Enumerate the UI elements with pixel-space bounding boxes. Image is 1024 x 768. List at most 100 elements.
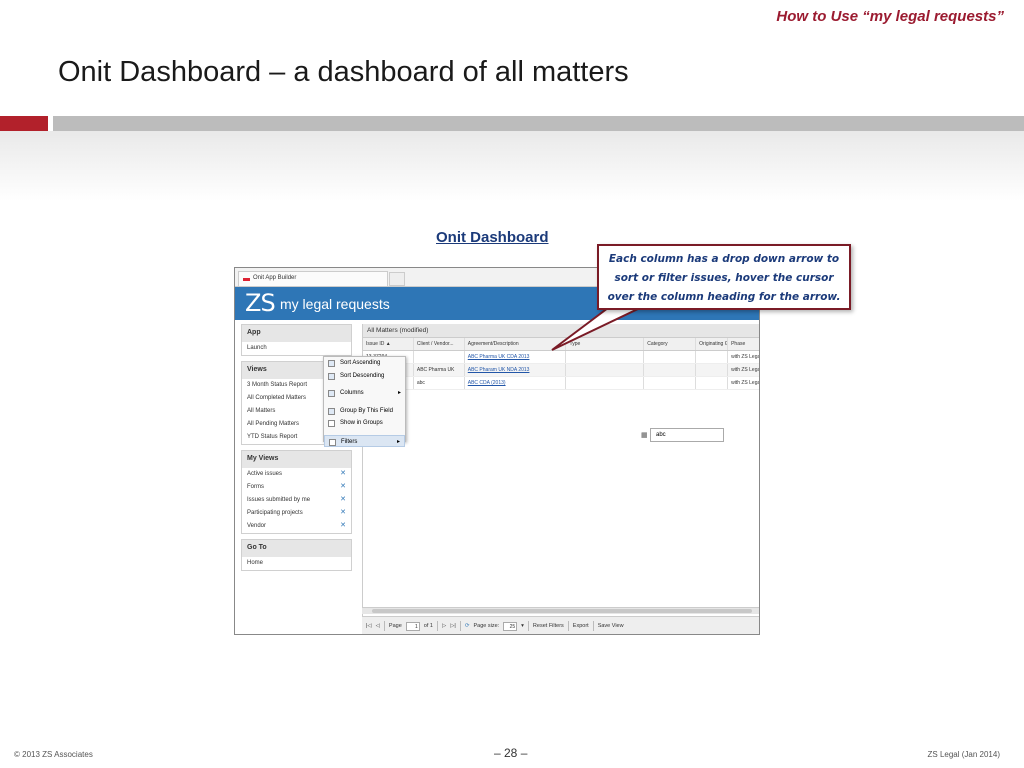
favicon-icon [243, 278, 250, 281]
filter-icon: ▦ [641, 432, 648, 439]
app-name: my legal requests [280, 296, 390, 312]
cell-agreement-link[interactable]: ABC CDA (2013) [465, 377, 567, 389]
panel-heading: My Views [242, 451, 351, 468]
column-header-issue-id[interactable]: Issue ID ▲ [363, 338, 414, 350]
table-row[interactable]: 13-37436 ABC Pharma UK ABC Pharam UK NDA… [363, 364, 759, 377]
sidebar-item-label: Vendor [247, 523, 267, 529]
title-bar-red [0, 116, 48, 131]
slide-title: Onit Dashboard – a dashboard of all matt… [58, 56, 629, 88]
chevron-right-icon: ▸ [397, 390, 401, 396]
columns-icon [328, 390, 335, 397]
checkbox-checked-icon [329, 438, 336, 446]
cell-category [644, 377, 697, 389]
cell-group [696, 364, 729, 376]
cell-phase: with ZS Legal [728, 377, 759, 389]
column-dropdown-menu: Sort Ascending Sort Descending Columns ▸ … [323, 356, 406, 447]
pager-toolbar: |◁ ◁ Page 1 of 1 ▷ ▷| ⟳ Page size: 25 ▾ … [362, 616, 759, 634]
title-bar-grey [53, 116, 1024, 131]
sidebar-item-label: Participating projects [247, 510, 303, 516]
menu-item-label: Show in Groups [340, 420, 383, 426]
column-header-client-vendor[interactable]: Client / Vendor... [414, 338, 465, 350]
save-view-button[interactable]: Save View [598, 623, 624, 629]
menu-item-sort-descending[interactable]: Sort Descending [324, 370, 405, 383]
table-row[interactable]: 13-37669 abc ABC CDA (2013) with ZS Lega… [363, 377, 759, 390]
sidebar-item-home[interactable]: Home [242, 557, 351, 570]
page-label: Page [388, 623, 402, 629]
screenshot-heading: Onit Dashboard [436, 229, 549, 246]
panel-heading: App [242, 325, 351, 342]
sidebar-item-label: Forms [247, 484, 264, 490]
fade-band [0, 131, 1024, 201]
menu-item-group-by[interactable]: Group By This Field [324, 405, 405, 418]
menu-item-sort-ascending[interactable]: Sort Ascending [324, 357, 405, 370]
next-page-icon[interactable]: ▷ [442, 623, 446, 629]
group-icon [328, 407, 335, 415]
copyright: © 2013 ZS Associates [14, 750, 93, 759]
export-button[interactable]: Export [573, 623, 589, 629]
remove-icon[interactable]: ✕ [340, 469, 346, 478]
panel-heading: Go To [242, 540, 351, 557]
sidebar-item-launch[interactable]: Launch [242, 342, 351, 355]
cell-agreement-link[interactable]: ABC Pharam UK NDA 2013 [465, 364, 567, 376]
sidebar-item-submitted-by-me[interactable]: Issues submitted by me ✕ [242, 494, 351, 507]
remove-icon[interactable]: ✕ [340, 508, 346, 517]
sidebar-item-label: Active issues [247, 471, 283, 477]
cell-client [414, 351, 465, 363]
chevron-down-icon[interactable]: ▾ [521, 623, 524, 629]
scrollbar-thumb[interactable] [372, 609, 752, 613]
menu-item-columns[interactable]: Columns ▸ [324, 387, 405, 400]
divider [383, 621, 385, 631]
menu-item-show-in-groups[interactable]: Show in Groups [324, 417, 405, 430]
cell-type [566, 377, 645, 389]
new-tab-button[interactable] [389, 272, 405, 286]
sort-ascending-icon [328, 360, 335, 367]
remove-icon[interactable]: ✕ [340, 521, 346, 530]
horizontal-scrollbar[interactable] [362, 607, 759, 614]
divider [459, 621, 461, 631]
refresh-icon[interactable]: ⟳ [465, 623, 470, 629]
column-header-phase[interactable]: Phase [728, 338, 759, 350]
column-header-originating-group[interactable]: Originating Group [696, 338, 729, 350]
zs-logo: ZS [245, 289, 276, 317]
last-page-icon[interactable]: ▷| [450, 623, 456, 629]
filter-input[interactable]: abc [650, 428, 724, 442]
menu-item-label: Filters [341, 438, 358, 445]
sidebar-item-active-issues[interactable]: Active issues ✕ [242, 468, 351, 481]
panel-my-views: My Views Active issues ✕ Forms ✕ Issues su… [241, 450, 352, 534]
app-window: Onit App Builder ZS my legal requests Ap… [234, 267, 760, 635]
reset-filters-button[interactable]: Reset Filters [533, 623, 564, 629]
divider [567, 621, 569, 631]
section-caption: How to Use “my legal requests” [776, 8, 1004, 25]
remove-icon[interactable]: ✕ [340, 495, 346, 504]
cell-group [696, 377, 729, 389]
sidebar-item-label: Issues submitted by me [247, 497, 311, 503]
panel-go-to: Go To Home [241, 539, 352, 571]
cell-group [696, 351, 729, 363]
page-size-label: Page size: [473, 623, 500, 629]
cell-client: abc [414, 377, 465, 389]
page-size-select[interactable]: 25 [503, 621, 518, 631]
cell-type [566, 364, 645, 376]
menu-item-label: Sort Ascending [340, 360, 381, 366]
page-number: – 28 – [494, 746, 528, 760]
menu-item-label: Sort Descending [340, 372, 385, 379]
prev-page-icon[interactable]: ◁ [376, 623, 380, 629]
footer-source: ZS Legal (Jan 2014) [927, 750, 1001, 759]
cell-phase: with ZS Legal [728, 351, 759, 363]
checkbox-icon [328, 420, 335, 427]
divider [527, 621, 529, 631]
remove-icon[interactable]: ✕ [340, 482, 346, 491]
page-of-label: of 1 [423, 623, 433, 629]
divider [436, 621, 438, 631]
divider [592, 621, 594, 631]
sidebar-item-vendor[interactable]: Vendor ✕ [242, 520, 351, 533]
menu-item-label: Group By This Field [340, 407, 393, 414]
sidebar-item-forms[interactable]: Forms ✕ [242, 481, 351, 494]
first-page-icon[interactable]: |◁ [366, 623, 372, 629]
browser-tab[interactable]: Onit App Builder [238, 271, 388, 286]
menu-item-filters[interactable]: Filters ▸ [324, 434, 405, 447]
page-number-input[interactable]: 1 [405, 621, 420, 631]
cell-phase: with ZS Legal [728, 364, 759, 376]
sidebar-item-participating[interactable]: Participating projects ✕ [242, 507, 351, 520]
browser-tab-title: Onit App Builder [253, 275, 297, 281]
